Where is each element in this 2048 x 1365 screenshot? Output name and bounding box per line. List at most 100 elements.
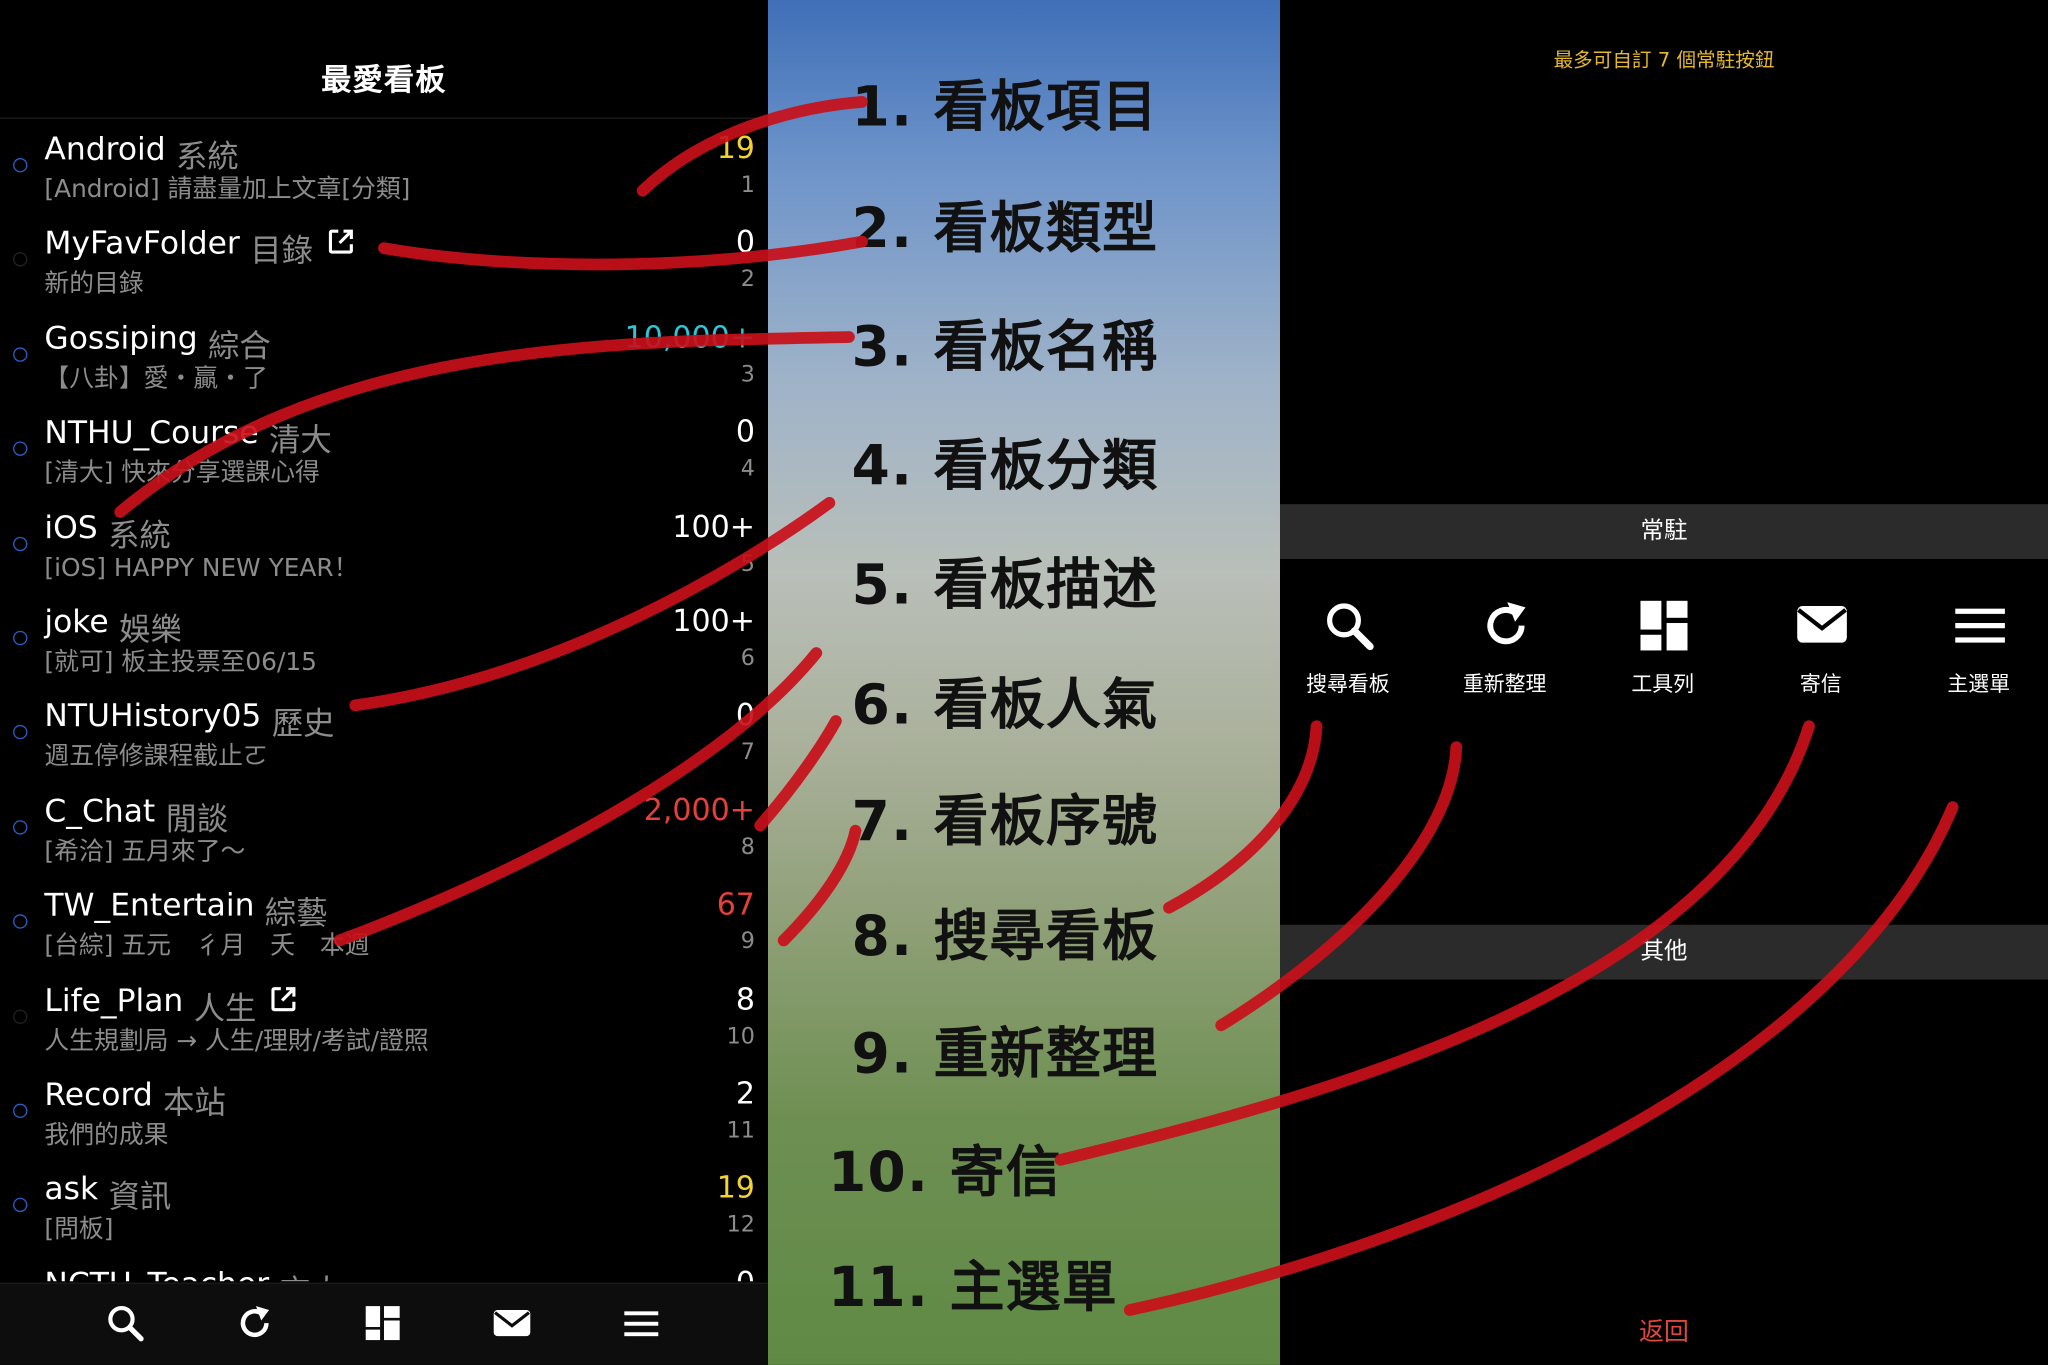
search-icon xyxy=(1327,603,1374,651)
external-link-icon[interactable] xyxy=(269,984,298,1013)
board-name: C_Chat xyxy=(44,792,156,830)
pinned-button-mail[interactable]: 寄信 xyxy=(1749,598,1893,702)
board-row[interactable]: TW_Entertain 綜藝 [台綜] 五元 彳月 夭 本週 67 9 xyxy=(0,875,768,970)
menu-icon[interactable] xyxy=(620,1302,662,1344)
board-radio[interactable] xyxy=(13,1198,28,1213)
legend-label: 1. 看板項目 xyxy=(851,74,1159,139)
board-radio[interactable] xyxy=(13,158,28,173)
legend-label: 4. 看板分類 xyxy=(851,433,1159,498)
board-popularity: 19 xyxy=(716,131,755,166)
legend-label: 7. 看板序號 xyxy=(851,788,1159,853)
board-description: 人生規劃局 → 人生/理財/考試/證照 xyxy=(44,1026,429,1055)
board-radio[interactable] xyxy=(13,347,28,362)
board-name: iOS xyxy=(44,508,98,546)
board-row[interactable]: ask 資訊 [問板] 19 12 xyxy=(0,1159,768,1254)
board-sequence: 9 xyxy=(740,928,755,956)
board-name: Android xyxy=(44,130,166,168)
legend-label: 5. 看板描述 xyxy=(851,552,1159,617)
board-sequence: 2 xyxy=(740,266,755,294)
board-sequence: 4 xyxy=(740,456,755,483)
board-row[interactable]: Life_Plan 人生 人生規劃局 → 人生/理財/考試/證照 8 10 xyxy=(0,970,768,1065)
board-popularity: 10,000+ xyxy=(624,321,755,355)
board-row[interactable]: NTHU_Course 清大 [清大] 快來分享選課心得 0 4 xyxy=(0,403,768,498)
board-name: ask xyxy=(44,1170,99,1208)
legend-label: 2. 看板類型 xyxy=(851,195,1159,260)
board-sequence: 7 xyxy=(740,739,755,766)
board-row[interactable]: MyFavFolder 目錄 新的目錄 0 2 xyxy=(0,213,768,308)
board-row[interactable]: Android 系統 [Android] 請盡量加上文章[分類] 19 1 xyxy=(0,119,768,214)
board-description: [清大] 快來分享選課心得 xyxy=(44,458,320,488)
board-name: Gossiping xyxy=(44,319,198,357)
board-popularity: 0 xyxy=(735,415,755,450)
board-description: [iOS] HAPPY NEW YEAR！ xyxy=(44,553,359,582)
board-radio[interactable] xyxy=(13,536,28,551)
board-name: NCTU_Teacher xyxy=(44,1265,269,1281)
board-description: [Android] 請盡量加上文章[分類] xyxy=(44,175,411,204)
nav-header: 最愛看板 xyxy=(0,0,768,119)
board-description: 週五停修課程截止ㄛ xyxy=(44,742,268,772)
board-row[interactable]: Record 本站 我們的成果 2 11 xyxy=(0,1064,768,1159)
board-row[interactable]: iOS 系統 [iOS] HAPPY NEW YEAR！ 100+ 5 xyxy=(0,497,768,592)
customize-buttons-screen: 最多可自訂 7 個常駐按鈕 常駐 搜尋看板 重新整理 工具列 寄信 主選單 其他… xyxy=(1279,0,2048,1365)
customize-note: 最多可自訂 7 個常駐按鈕 xyxy=(1553,48,1775,72)
board-name: MyFavFolder xyxy=(44,225,240,262)
legend-label: 3. 看板名稱 xyxy=(851,314,1159,379)
section-header-other: 其他 xyxy=(1279,924,2048,980)
board-popularity: 8 xyxy=(735,982,755,1017)
pinned-button-toolbar[interactable]: 工具列 xyxy=(1591,598,1735,702)
dashboard-icon[interactable] xyxy=(362,1302,404,1344)
board-description: [就可] 板主投票至06/15 xyxy=(44,647,317,677)
refresh-icon[interactable] xyxy=(234,1302,276,1344)
board-radio[interactable] xyxy=(13,1103,28,1119)
board-list[interactable]: Android 系統 [Android] 請盡量加上文章[分類] 19 1 MyFavFo… xyxy=(0,119,768,1281)
board-sequence: 12 xyxy=(726,1212,755,1239)
board-popularity: 0 xyxy=(736,1267,755,1282)
mail-icon xyxy=(1797,606,1847,643)
legend-panel: 1. 看板項目 2. 看板類型 3. 看板名稱 4. 看板分類 5. 看板描述 6. 看板… xyxy=(767,0,1280,1365)
pinned-button-refresh[interactable]: 重新整理 xyxy=(1433,598,1577,702)
mail-icon[interactable] xyxy=(491,1302,533,1344)
folder-indicator[interactable] xyxy=(13,252,28,267)
search-icon[interactable] xyxy=(104,1302,146,1344)
board-category: 歷史 xyxy=(271,705,335,743)
board-radio[interactable] xyxy=(13,441,28,457)
board-category: 目錄 xyxy=(250,232,313,270)
board-radio[interactable] xyxy=(13,630,28,646)
board-row[interactable]: NCTU_Teacher 交大 0 xyxy=(0,1254,768,1282)
external-link-icon[interactable] xyxy=(326,228,355,257)
refresh-icon xyxy=(1487,602,1526,645)
board-name: Record xyxy=(44,1076,153,1113)
back-button[interactable]: 返回 xyxy=(1280,1313,2048,1348)
page-title: 最愛看板 xyxy=(321,63,447,98)
board-popularity: 0 xyxy=(735,699,755,734)
board-row[interactable]: C_Chat 閒談 [希洽] 五月來了～ 2,000+ 8 xyxy=(0,781,768,876)
dashboard-icon xyxy=(1640,600,1688,651)
board-popularity: 19 xyxy=(716,1172,755,1207)
board-popularity: 67 xyxy=(716,888,755,923)
board-popularity: 100+ xyxy=(672,510,755,545)
board-sequence: 5 xyxy=(740,550,755,577)
board-description: 新的目錄 xyxy=(44,269,144,299)
pinned-button-label: 寄信 xyxy=(1799,671,1842,697)
board-radio[interactable] xyxy=(13,725,28,740)
board-row[interactable]: joke 娛樂 [就可] 板主投票至06/15 100+ 6 xyxy=(0,592,768,687)
pinned-button-search[interactable]: 搜尋看板 xyxy=(1276,598,1420,702)
board-sequence: 1 xyxy=(740,172,755,199)
board-name: Life_Plan xyxy=(44,981,184,1019)
pinned-button-main-menu[interactable]: 主選單 xyxy=(1907,598,2048,702)
board-radio[interactable] xyxy=(13,819,28,835)
legend-label: 6. 看板人氣 xyxy=(851,672,1159,737)
board-description: [希洽] 五月來了～ xyxy=(44,836,246,866)
board-description: [問板] xyxy=(44,1215,114,1244)
board-row[interactable]: Gossiping 綜合 【八卦】愛・贏・了 10,000+ 3 xyxy=(0,308,768,403)
legend-label: 8. 搜尋看板 xyxy=(851,903,1159,968)
board-row[interactable]: NTUHistory05 歷史 週五停修課程截止ㄛ 0 7 xyxy=(0,686,768,781)
board-name: joke xyxy=(44,603,109,640)
legend-label: 11. 主選單 xyxy=(828,1255,1119,1320)
board-sequence: 10 xyxy=(726,1023,755,1050)
board-radio[interactable] xyxy=(13,914,28,929)
folder-indicator[interactable] xyxy=(13,1009,28,1024)
board-sequence: 3 xyxy=(740,361,755,388)
board-sequence: 6 xyxy=(740,645,755,672)
legend-label: 10. 寄信 xyxy=(828,1140,1062,1205)
